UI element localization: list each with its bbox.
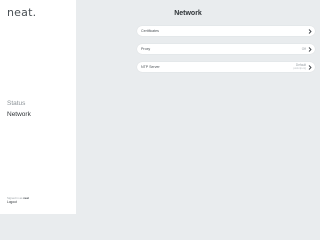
- ntp-server-row[interactable]: NTP Server Default pool.ntp.org: [137, 62, 315, 72]
- page-title: Network: [174, 10, 202, 17]
- ntp-server-label: NTP Server: [141, 64, 160, 69]
- chevron-right-icon: [308, 64, 312, 70]
- signed-in-user: neat: [23, 196, 29, 200]
- sidebar-item-status[interactable]: Status: [7, 98, 31, 109]
- proxy-row[interactable]: Proxy Off: [137, 44, 315, 54]
- ntp-server-address: pool.ntp.org: [293, 67, 306, 71]
- main-content: Network Certificates Proxy Off NTP Serve…: [76, 0, 315, 214]
- sidebar-item-network[interactable]: Network: [7, 109, 31, 120]
- sidebar-nav: Status Network: [7, 98, 31, 120]
- logout-link[interactable]: Logout: [7, 200, 17, 204]
- neat-logo: neat.: [7, 6, 37, 19]
- proxy-label: Proxy: [141, 46, 151, 51]
- certificates-row[interactable]: Certificates: [137, 26, 315, 36]
- chevron-right-icon: [308, 46, 312, 52]
- sidebar: neat. Status Network Signed in as neat L…: [0, 0, 76, 214]
- certificates-label: Certificates: [141, 28, 159, 33]
- chevron-right-icon: [308, 28, 312, 34]
- proxy-value: Off: [301, 46, 306, 51]
